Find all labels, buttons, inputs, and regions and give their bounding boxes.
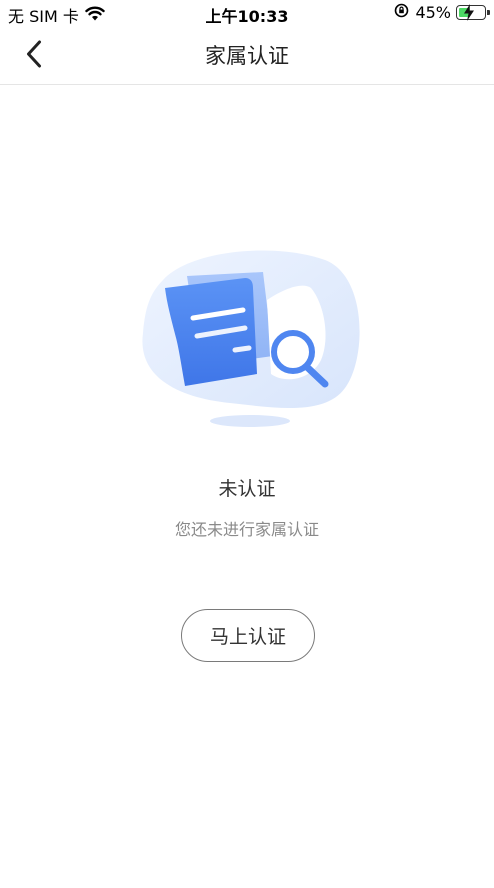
- orientation-lock-icon: [394, 3, 409, 22]
- empty-state-subtitle: 您还未进行家属认证: [174, 520, 319, 539]
- page-title: 家属认证: [205, 44, 289, 68]
- document-search-icon: [135, 248, 365, 433]
- battery-percent: 45%: [415, 3, 451, 22]
- empty-state-title: 未认证: [218, 478, 276, 500]
- verify-now-button[interactable]: 马上认证: [181, 609, 315, 662]
- battery-charging-icon: [456, 4, 490, 21]
- status-right: 45%: [394, 3, 490, 22]
- status-bar: 无 SIM 卡 上午10:33 45%: [0, 0, 494, 26]
- navigation-bar: 家属认证: [0, 26, 494, 85]
